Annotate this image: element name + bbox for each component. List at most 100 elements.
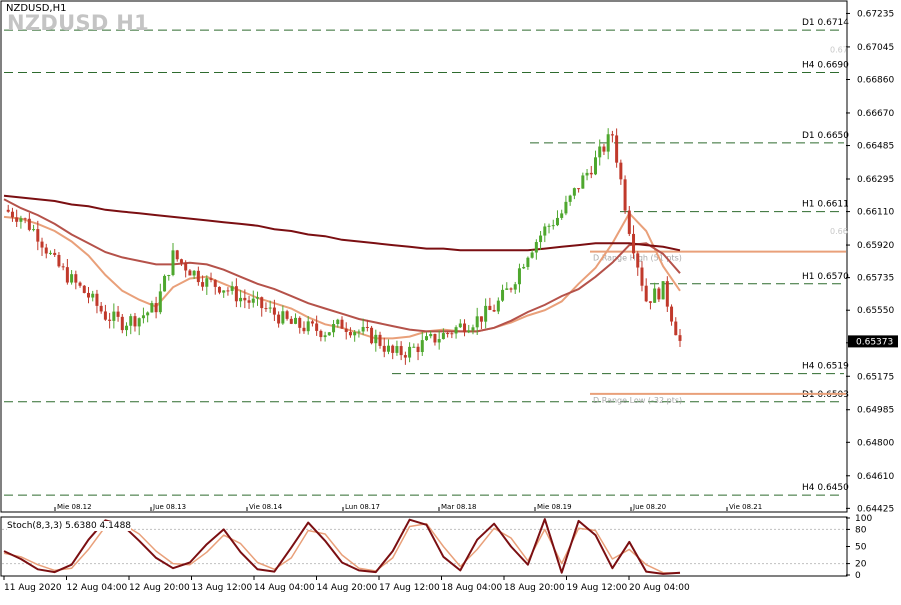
time-tick-label: 12 Aug 20:00: [129, 583, 190, 593]
candle-body: [188, 270, 192, 276]
price-tick-label: 0.64985: [857, 406, 894, 416]
candle-body: [277, 314, 281, 324]
candle-body: [6, 209, 10, 212]
price-tick-label: 0.66295: [857, 175, 894, 185]
candle-body: [65, 267, 69, 283]
candle-body: [382, 345, 386, 352]
candle-body: [82, 285, 86, 293]
candle-body: [555, 217, 559, 226]
candle-body: [175, 250, 179, 260]
candle-body: [234, 286, 238, 302]
candle-body: [484, 305, 488, 322]
candle-body: [370, 327, 374, 344]
time-tick-label: 19 Aug 12:00: [567, 583, 628, 593]
candle-body: [260, 297, 264, 309]
candle-body: [344, 328, 348, 332]
price-tick-label: 0.67045: [857, 43, 894, 53]
candle-body: [640, 267, 644, 286]
price-tick-label: 0.67235: [857, 9, 894, 19]
candle-body: [513, 284, 517, 290]
candle-body: [112, 311, 116, 321]
candle-body: [315, 323, 319, 331]
candle-body: [425, 336, 428, 341]
date-separator-label: Mie 08.19: [537, 503, 572, 511]
candle-body: [95, 293, 99, 306]
candle-body: [357, 331, 361, 333]
candle-body: [412, 346, 416, 348]
candle-body: [551, 225, 555, 227]
candle-body: [454, 327, 458, 334]
candle-body: [327, 332, 331, 336]
candle-body: [386, 345, 390, 352]
candle-body: [674, 321, 678, 336]
price-tick-label: 0.66110: [857, 208, 894, 218]
price-tick-label: 0.66670: [857, 109, 894, 119]
candle-body: [416, 346, 420, 353]
candle-body: [281, 311, 285, 324]
candle-body: [606, 134, 610, 152]
candle-body: [40, 241, 44, 248]
candle-body: [585, 172, 589, 176]
candle-body: [15, 217, 19, 222]
candle-body: [103, 311, 107, 320]
candle-body: [670, 306, 674, 322]
candle-body: [179, 259, 183, 263]
candle-body: [653, 288, 657, 303]
range-low-label: D Range Low (-32 pts): [593, 396, 682, 405]
candle-body: [251, 298, 255, 303]
candle-body: [665, 281, 669, 307]
price-tick-label: 0.65735: [857, 274, 894, 284]
candle-body: [361, 326, 365, 332]
candle-body: [247, 300, 251, 303]
candle-body: [678, 335, 682, 341]
candle-body: [192, 270, 196, 276]
candle-body: [336, 319, 340, 325]
date-separator-label: Vie 08.14: [249, 503, 283, 511]
candle-body: [289, 318, 293, 324]
price-tick-label: 0.66485: [857, 142, 894, 152]
candle-body: [332, 324, 336, 333]
candle-body: [230, 286, 234, 291]
candle-body: [53, 252, 57, 255]
candle-body: [150, 303, 154, 313]
level-label: H4 0.6690: [802, 60, 849, 70]
candle-body: [23, 218, 27, 220]
level-label: H4 0.6519: [802, 362, 849, 372]
time-tick-label: 11 Aug 2020: [4, 583, 62, 593]
candle-body: [209, 278, 213, 280]
candle-body: [133, 316, 137, 327]
candle-body: [577, 188, 581, 190]
candle-body: [306, 321, 310, 332]
candle-body: [378, 334, 382, 346]
candle-body: [517, 268, 521, 285]
chart-window[interactable]: D1 0.6714 H4 0.6690 D1 0.6650 H1 0.6611 H1 0…: [0, 0, 901, 601]
candle-body: [78, 282, 82, 286]
candle-body: [429, 334, 433, 337]
candle-body: [610, 134, 614, 136]
candle-body: [167, 275, 171, 277]
candle-body: [61, 266, 65, 268]
candle-body: [374, 334, 378, 344]
candle-body: [87, 292, 90, 298]
candle-body: [74, 274, 78, 283]
candle-body: [475, 316, 479, 328]
level-label: D1 0.6650: [802, 131, 849, 141]
chart-canvas[interactable]: D1 0.6714 H4 0.6690 D1 0.6650 H1 0.6611 H1 0…: [0, 0, 901, 601]
candle-body: [602, 146, 606, 152]
candle-body: [632, 233, 636, 254]
candle-body: [32, 229, 36, 231]
time-tick-label: 18 Aug 04:00: [442, 583, 503, 593]
price-tick-label: 0.64800: [857, 438, 894, 448]
candle-body: [141, 315, 145, 319]
candle-body: [129, 316, 133, 326]
candle-body: [365, 326, 369, 328]
candle-body: [437, 339, 441, 343]
candle-body: [120, 316, 124, 331]
candle-body: [158, 291, 162, 313]
candle-body: [539, 235, 543, 243]
candle-body: [163, 275, 167, 292]
candle-body: [450, 333, 454, 335]
candle-body: [323, 335, 327, 338]
candle-body: [294, 317, 298, 324]
time-tick-label: 20 Aug 04:00: [629, 583, 690, 593]
